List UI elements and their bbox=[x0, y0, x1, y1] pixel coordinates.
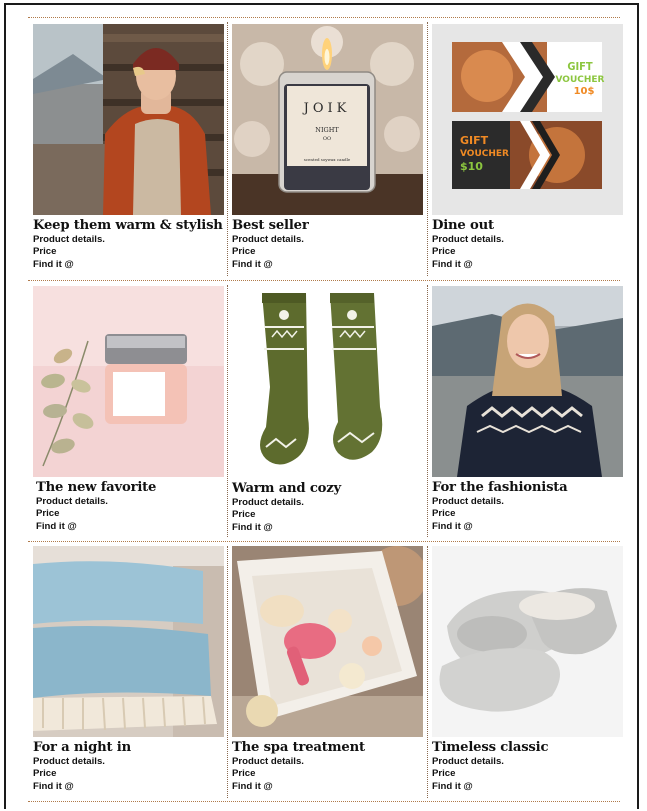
product-details: Product details. bbox=[432, 496, 504, 507]
column-divider bbox=[427, 285, 428, 537]
product-details: Product details. bbox=[36, 496, 108, 507]
row-divider bbox=[28, 801, 620, 802]
product-card[interactable]: Keep them warm & stylish Product details… bbox=[33, 24, 224, 271]
product-title: Keep them warm & stylish bbox=[33, 218, 223, 233]
product-card[interactable]: GIFT VOUCHER 10$ GIFT VOUCHER $10 Dine o… bbox=[432, 24, 623, 271]
product-details: Product details. bbox=[432, 234, 504, 245]
product-price: Price bbox=[232, 509, 256, 521]
product-card[interactable]: Timeless classic Product details. Price … bbox=[432, 546, 623, 793]
product-card[interactable]: For a night in Product details. Price Fi… bbox=[33, 546, 224, 793]
product-find-link[interactable]: Find it @ bbox=[232, 522, 423, 534]
product-price: Price bbox=[232, 246, 256, 258]
product-card[interactable]: The spa treatment Product details. Price… bbox=[232, 546, 423, 793]
cream-jar-photo[interactable] bbox=[33, 286, 224, 477]
product-find-link[interactable]: Find it @ bbox=[232, 259, 423, 271]
column-divider bbox=[427, 546, 428, 798]
voucher1-amount: 10$ bbox=[574, 86, 595, 97]
candle-name-text: NIGHT bbox=[315, 126, 339, 134]
candle-brand-text: JOIK bbox=[302, 101, 351, 116]
product-find-link[interactable]: Find it @ bbox=[33, 259, 224, 271]
voucher1-line1: GIFT bbox=[567, 60, 593, 73]
product-find-link[interactable]: Find it @ bbox=[432, 781, 623, 793]
woman-sweater-photo[interactable] bbox=[432, 286, 623, 477]
product-details: Product details. bbox=[33, 234, 105, 245]
row-divider bbox=[28, 541, 620, 542]
product-price: Price bbox=[232, 768, 256, 780]
product-title: Warm and cozy bbox=[232, 481, 342, 496]
product-title: Timeless classic bbox=[432, 740, 549, 755]
voucher2-amount: $10 bbox=[460, 160, 483, 173]
product-find-link[interactable]: Find it @ bbox=[36, 521, 224, 533]
product-details: Product details. bbox=[232, 497, 304, 508]
product-title: The spa treatment bbox=[232, 740, 365, 755]
product-find-link[interactable]: Find it @ bbox=[232, 781, 423, 793]
product-card[interactable]: JOIK NIGHT OO scented soywax candle Best… bbox=[232, 24, 423, 271]
wool-socks-photo[interactable] bbox=[232, 287, 423, 478]
product-title: Dine out bbox=[432, 218, 494, 233]
gift-voucher-photo[interactable]: GIFT VOUCHER 10$ GIFT VOUCHER $10 bbox=[432, 24, 623, 215]
product-price: Price bbox=[432, 768, 456, 780]
voucher2-line1: GIFT bbox=[460, 134, 489, 147]
row-divider bbox=[28, 17, 620, 18]
product-find-link[interactable]: Find it @ bbox=[432, 259, 623, 271]
slippers-photo[interactable] bbox=[432, 546, 623, 737]
spa-box-photo[interactable] bbox=[232, 546, 423, 737]
voucher1-line2: VOUCHER bbox=[556, 75, 605, 85]
man-in-jacket-photo[interactable] bbox=[33, 24, 224, 215]
blankets-photo[interactable] bbox=[33, 546, 224, 737]
voucher2-line2: VOUCHER bbox=[460, 149, 509, 159]
product-price: Price bbox=[33, 246, 57, 258]
product-price: Price bbox=[33, 768, 57, 780]
product-card[interactable]: For the fashionista Product details. Pri… bbox=[432, 286, 623, 533]
product-title: The new favorite bbox=[36, 480, 157, 495]
candle-photo[interactable]: JOIK NIGHT OO scented soywax candle bbox=[232, 24, 423, 215]
product-price: Price bbox=[36, 508, 60, 520]
product-price: Price bbox=[432, 508, 456, 520]
product-details: Product details. bbox=[432, 756, 504, 767]
column-divider bbox=[227, 22, 228, 276]
product-details: Product details. bbox=[33, 756, 105, 767]
product-title: For the fashionista bbox=[432, 480, 568, 495]
product-price: Price bbox=[432, 246, 456, 258]
candle-sub-text: OO bbox=[323, 136, 331, 142]
row-divider bbox=[28, 280, 620, 281]
product-card[interactable]: The new favorite Product details. Price … bbox=[33, 286, 224, 533]
product-title: Best seller bbox=[232, 218, 309, 233]
candle-foot-text: scented soywax candle bbox=[304, 157, 351, 162]
product-title: For a night in bbox=[33, 740, 131, 755]
product-details: Product details. bbox=[232, 234, 304, 245]
product-find-link[interactable]: Find it @ bbox=[432, 521, 623, 533]
column-divider bbox=[227, 285, 228, 537]
column-divider bbox=[227, 546, 228, 798]
product-card[interactable]: Warm and cozy Product details. Price Fin… bbox=[232, 287, 423, 534]
product-find-link[interactable]: Find it @ bbox=[33, 781, 224, 793]
product-details: Product details. bbox=[232, 756, 304, 767]
column-divider bbox=[427, 22, 428, 276]
